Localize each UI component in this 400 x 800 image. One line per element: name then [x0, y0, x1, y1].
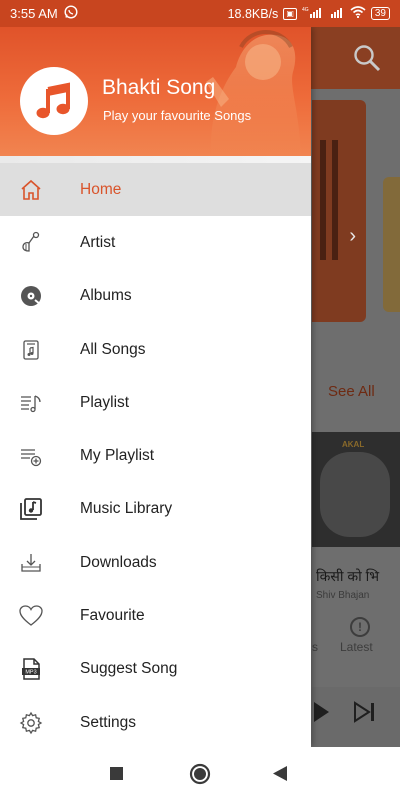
menu-item-my-playlist[interactable]: My Playlist — [0, 429, 311, 482]
heart-icon — [18, 603, 44, 629]
playlist-icon — [18, 390, 44, 416]
thumbnail-label: AKAL — [342, 440, 365, 449]
menu-item-downloads[interactable]: Downloads — [0, 536, 311, 589]
background-song-thumbnail[interactable]: AKAL — [312, 432, 400, 547]
play-icon[interactable] — [312, 700, 332, 729]
network-speed: 18.8KB/s — [227, 6, 279, 21]
system-navigation-bar — [0, 747, 400, 800]
background-tab-partial[interactable]: s — [312, 640, 318, 654]
chevron-right-icon[interactable]: › — [349, 225, 356, 248]
artist-icon — [18, 230, 44, 256]
menu-label: Music Library — [80, 500, 173, 518]
background-song-title: किसी को भि — [316, 568, 380, 584]
volte-icon: ▣ — [283, 7, 297, 20]
status-time: 3:55 AM — [10, 6, 58, 21]
menu-item-settings[interactable]: Settings — [0, 696, 311, 749]
menu-label: All Songs — [80, 340, 146, 358]
menu-label: Artist — [80, 233, 116, 251]
menu-item-music-library[interactable]: Music Library — [0, 483, 311, 536]
navigation-drawer: Bhakti Song Play your favourite Songs Ho… — [0, 27, 311, 747]
background-banner-card-2[interactable] — [383, 177, 400, 312]
downloads-icon — [18, 550, 44, 576]
music-library-icon — [18, 496, 44, 522]
app-title: Bhakti Song — [102, 76, 216, 99]
menu-item-playlist[interactable]: Playlist — [0, 376, 311, 429]
mp3-file-icon: MP3 — [18, 656, 44, 682]
skip-next-icon[interactable] — [352, 700, 378, 729]
menu-item-all-songs[interactable]: All Songs — [0, 323, 311, 376]
home-icon — [18, 177, 44, 203]
gear-icon — [18, 710, 44, 736]
search-icon[interactable] — [352, 43, 382, 73]
recents-button[interactable] — [110, 767, 123, 785]
menu-label: Suggest Song — [80, 660, 178, 678]
header-divider — [0, 156, 311, 163]
albums-icon — [18, 283, 44, 309]
app-subtitle: Play your favourite Songs — [103, 108, 252, 123]
info-icon: ! — [350, 617, 370, 637]
menu-label: Favourite — [80, 607, 145, 625]
status-bar: 3:55 AM 18.8KB/s ▣ 4G 39 — [0, 0, 400, 27]
menu-item-albums[interactable]: Albums — [0, 270, 311, 323]
battery-icon: 39 — [370, 7, 390, 20]
drawer-header: Bhakti Song Play your favourite Songs — [0, 27, 311, 156]
menu-label: Home — [80, 180, 122, 198]
signal-icon-2 — [330, 6, 345, 21]
menu-label: Downloads — [80, 553, 157, 571]
whatsapp-icon — [64, 5, 78, 22]
music-note-icon — [36, 82, 70, 119]
menu-item-favourite[interactable]: Favourite — [0, 589, 311, 642]
tab-latest[interactable]: Latest — [340, 640, 373, 654]
app-logo — [20, 67, 88, 135]
signal-icon: 4G — [302, 6, 326, 21]
drawer-menu: Home Artist Albums All Songs Playlist My… — [0, 163, 311, 749]
menu-item-artist[interactable]: Artist — [0, 216, 311, 269]
menu-item-suggest-song[interactable]: MP3 Suggest Song — [0, 643, 311, 696]
menu-item-home[interactable]: Home — [0, 163, 311, 217]
home-button[interactable] — [189, 763, 211, 790]
network-type-label: 4G — [302, 7, 309, 13]
menu-label: Albums — [80, 287, 132, 305]
all-songs-icon — [18, 337, 44, 363]
menu-label: My Playlist — [80, 447, 155, 465]
svg-text:MP3: MP3 — [25, 670, 36, 676]
menu-label: Settings — [80, 713, 137, 731]
see-all-link[interactable]: See All — [328, 383, 375, 400]
menu-label: Playlist — [80, 393, 130, 411]
my-playlist-icon — [18, 443, 44, 469]
background-song-artist: Shiv Bhajan — [316, 590, 370, 601]
back-button[interactable] — [273, 766, 287, 786]
background-banner-card[interactable]: › — [312, 100, 366, 322]
wifi-icon — [350, 6, 366, 21]
